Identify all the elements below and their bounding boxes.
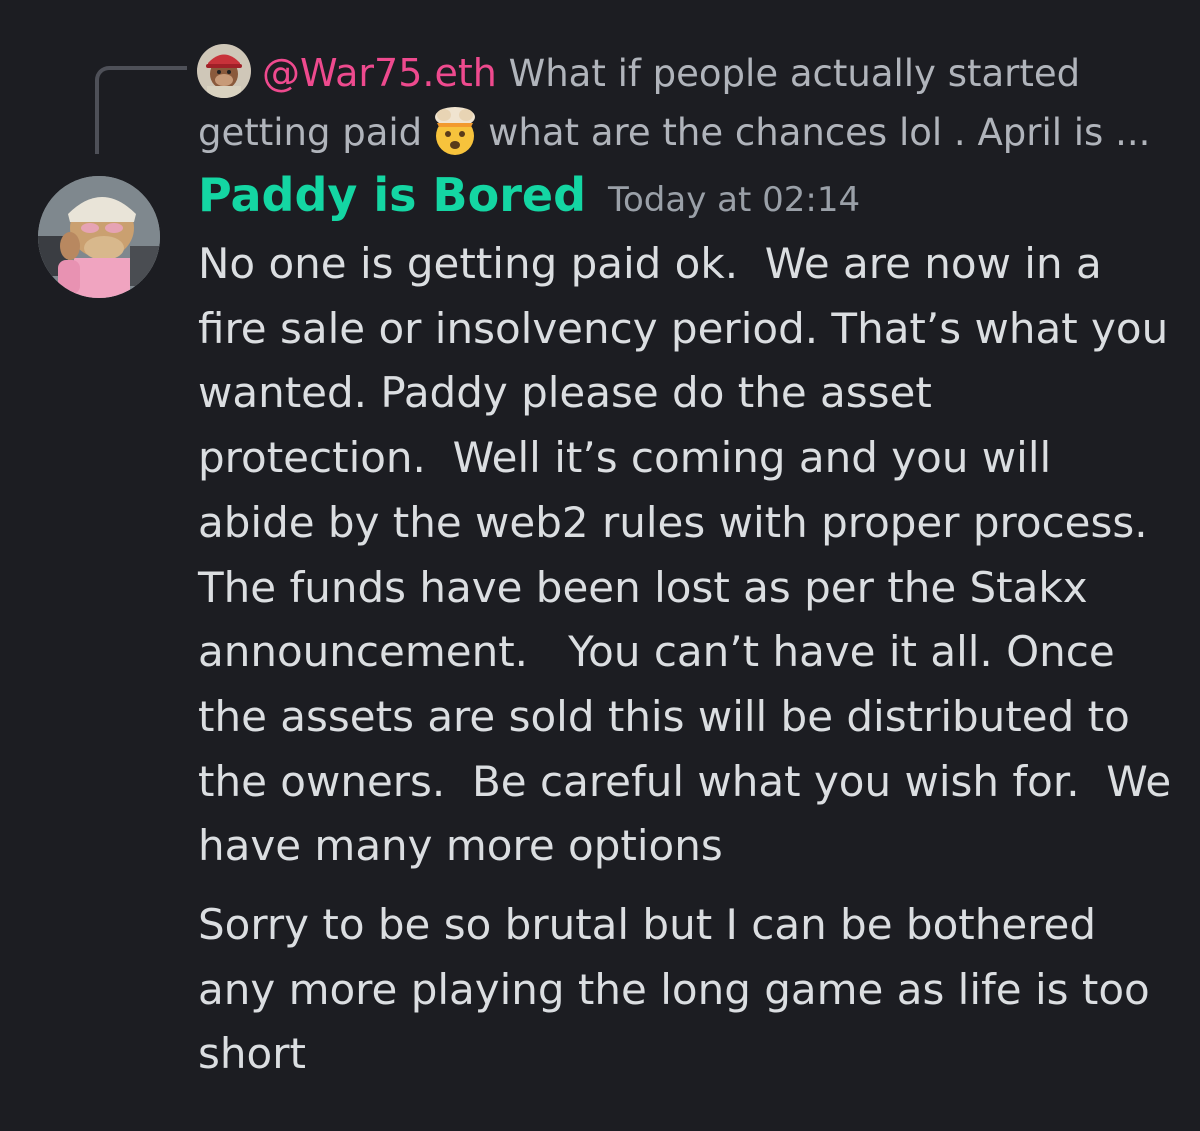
reply-connector [95,66,187,154]
bored-ape-avatar-icon [38,176,160,298]
exploding-head-emoji-icon [428,103,482,157]
message-body-paragraph-2: Sorry to be so brutal but I can be bothe… [198,900,1164,1079]
message-header: Paddy is Bored Today at 02:14 [198,168,860,222]
reply-excerpt-end: what are the chances lol . April is ... [488,111,1151,154]
reply-text: @War75.eth What if people actually start… [198,44,1158,162]
message-body-paragraph-1: No one is getting paid ok. We are now in… [198,239,1185,871]
message-timestamp[interactable]: Today at 02:14 [608,180,860,220]
reply-author-name[interactable]: @War75.eth [262,51,497,95]
author-name[interactable]: Paddy is Bored [198,168,586,222]
author-avatar[interactable] [38,176,160,298]
